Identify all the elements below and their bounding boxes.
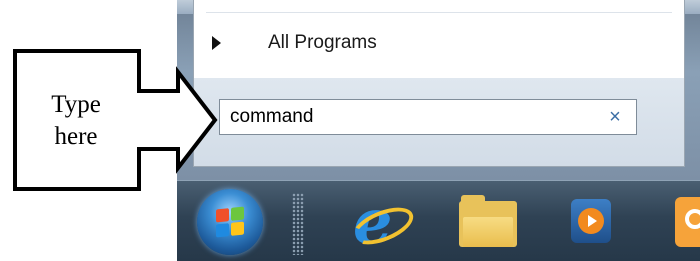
start-button[interactable]: [197, 189, 263, 255]
taskbar: e: [177, 180, 700, 261]
windows-explorer-button[interactable]: [455, 189, 521, 255]
windows-flag-icon: [216, 206, 244, 238]
start-menu: All Programs ×: [177, 0, 700, 180]
clear-search-icon[interactable]: ×: [604, 104, 626, 130]
search-box[interactable]: ×: [219, 99, 637, 135]
search-input[interactable]: [230, 104, 590, 130]
screenshot-root: All Programs × e: [0, 0, 700, 261]
all-programs-item[interactable]: All Programs: [212, 28, 377, 58]
programs-pane: All Programs: [193, 0, 685, 78]
search-area: ×: [193, 78, 685, 167]
folder-icon: [459, 195, 517, 249]
media-player-button[interactable]: [561, 189, 627, 255]
pane-divider: [206, 12, 672, 13]
triangle-right-icon: [212, 36, 221, 50]
callout-text: Type here: [13, 89, 139, 153]
callout-line-1: Type: [51, 91, 101, 118]
callout-line-2: here: [54, 123, 98, 150]
app-icon: [675, 197, 700, 247]
taskbar-gripper[interactable]: [292, 193, 304, 255]
media-player-icon: [571, 199, 611, 243]
internet-explorer-button[interactable]: e: [347, 189, 419, 255]
all-programs-label: All Programs: [268, 32, 377, 53]
type-here-callout: Type here: [13, 49, 218, 191]
pinned-app-button[interactable]: [667, 189, 700, 255]
